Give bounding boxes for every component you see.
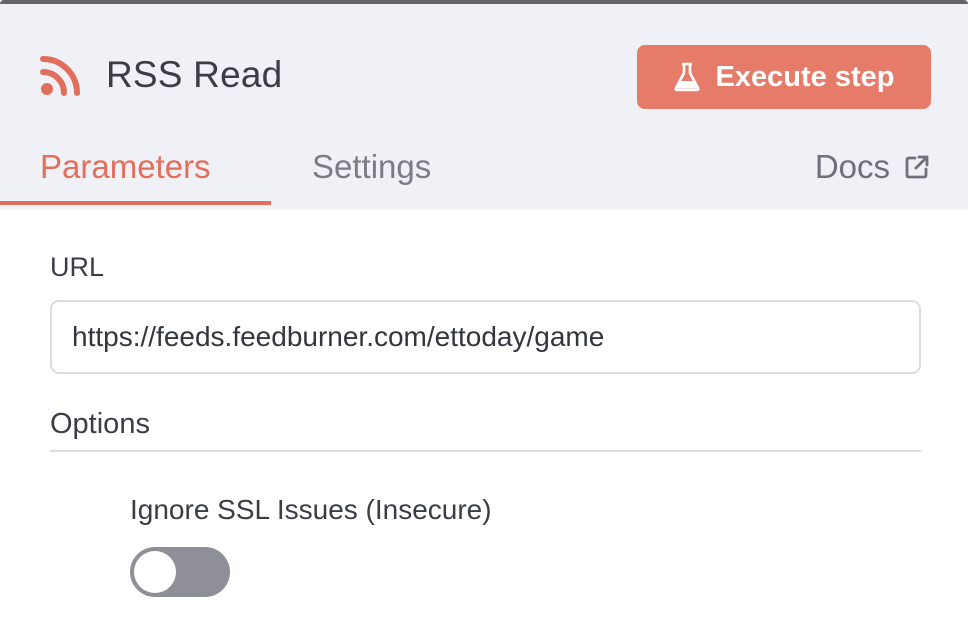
tab-parameters[interactable]: Parameters [40,148,211,186]
docs-label: Docs [814,148,890,185]
node-header: RSS Read Execute step Parameters Setting… [0,4,968,209]
node-title: RSS Read [106,54,283,95]
url-field-label: URL [50,252,105,282]
active-tab-indicator [0,201,271,205]
ignore-ssl-label: Ignore SSL Issues (Insecure) [130,494,492,525]
rss-icon [40,56,80,96]
execute-step-button[interactable]: Execute step [637,45,931,109]
options-divider [50,450,921,452]
flask-icon [673,62,700,92]
docs-link[interactable]: Docs [815,148,930,186]
toggle-knob [134,551,176,593]
tab-settings[interactable]: Settings [312,148,431,186]
ignore-ssl-toggle[interactable] [130,547,230,597]
execute-step-label: Execute step [715,60,895,93]
external-link-icon [905,155,929,179]
url-input[interactable] [50,300,921,374]
node-title-row: RSS Read [40,54,282,96]
options-heading: Options [50,408,150,440]
